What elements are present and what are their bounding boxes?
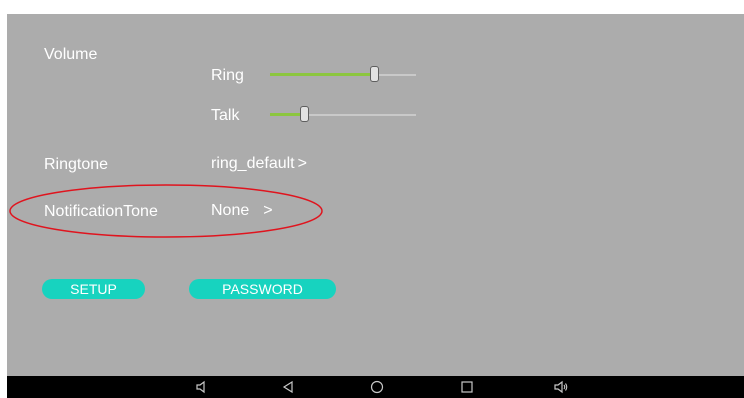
- ring-volume-label: Ring: [211, 67, 244, 84]
- ringtone-label: Ringtone: [44, 156, 109, 173]
- ringtone-value: ring_default: [211, 155, 295, 172]
- volume-label: Volume: [44, 46, 98, 63]
- volume-down-icon[interactable]: [194, 379, 210, 395]
- slider-thumb[interactable]: [300, 106, 310, 122]
- setup-button[interactable]: SETUP: [42, 279, 145, 299]
- recents-icon[interactable]: [459, 379, 475, 395]
- highlight-ellipse: [9, 184, 323, 238]
- back-icon[interactable]: [280, 379, 296, 395]
- slider-thumb[interactable]: [370, 66, 380, 82]
- slider-fill: [270, 73, 376, 76]
- chevron-right-icon: >: [297, 155, 307, 172]
- navigation-bar: [7, 376, 744, 398]
- password-button[interactable]: PASSWORD: [189, 279, 336, 299]
- talk-volume-slider[interactable]: [270, 105, 416, 125]
- volume-up-icon[interactable]: [553, 379, 569, 395]
- home-icon[interactable]: [369, 379, 385, 395]
- ring-volume-slider[interactable]: [270, 65, 416, 85]
- ringtone-selector[interactable]: ring_default >: [211, 155, 307, 173]
- talk-volume-label: Talk: [211, 107, 240, 124]
